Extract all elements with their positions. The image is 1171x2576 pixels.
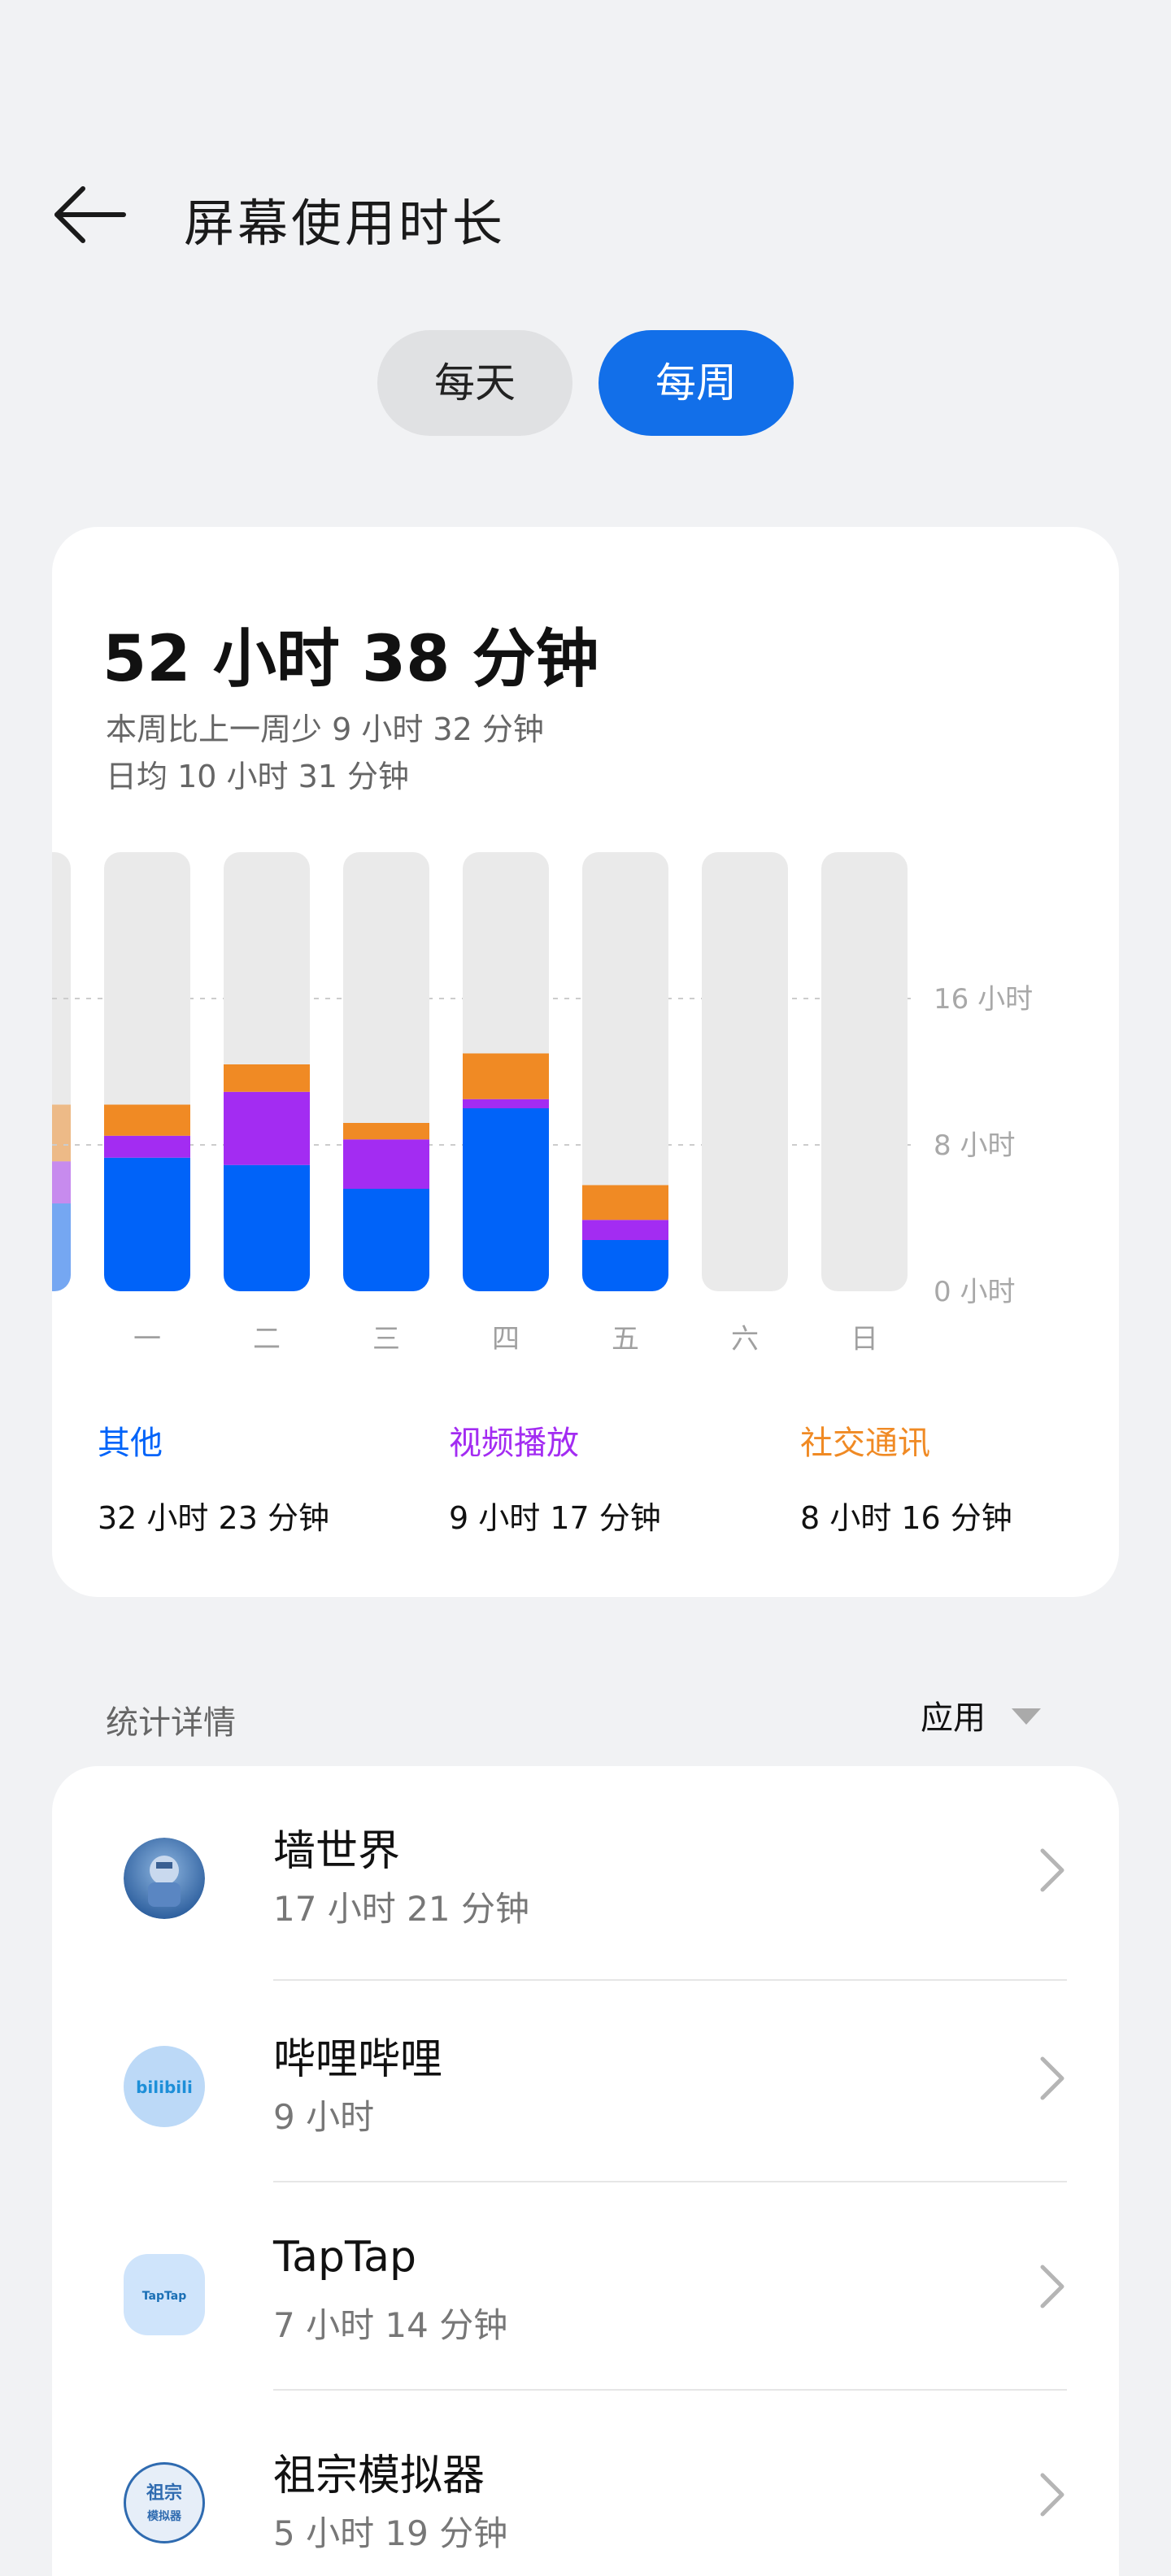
x-tick-label: 二 [253,1323,281,1355]
y-tick-label: 0 小时 [934,1276,1015,1308]
sort-by-label: 应用 [921,1699,986,1737]
app-row-wall-world[interactable]: 墙世界 17 小时 21 分钟 [52,1766,1119,1981]
bar-segment-other [343,1189,429,1291]
bar-日 [821,852,908,1291]
bar-segment-video [52,1161,71,1203]
legend-social: 社交通讯 8 小时 16 分钟 [800,1416,1012,1538]
screen-time-page: 屏幕使用时长 每天 每周 52 小时 38 分钟 本周比上一周少 9 小时 32… [0,0,1171,2576]
bar-五 [582,852,668,1291]
app-usage-time: 7 小时 14 分钟 [273,2305,508,2345]
legend-social-value: 8 小时 16 分钟 [800,1500,1012,1536]
svg-text:TapTap: TapTap [142,2290,186,2303]
stats-section-title: 统计详情 [106,1704,236,1742]
chevron-right-icon [1040,2265,1064,2308]
x-tick-label: 日 [851,1323,878,1355]
bar-六 [702,852,788,1291]
bar-四 [463,852,549,1291]
app-usage-time: 5 小时 19 分钟 [273,2513,508,2553]
app-name: 哔哩哔哩 [273,2035,443,2084]
tab-weekly[interactable]: 每周 [599,330,794,436]
x-tick-label: 五 [612,1323,639,1355]
bar-segment-other [52,1203,71,1291]
bar-segment-social [52,1104,71,1162]
app-usage-time: 17 小时 21 分钟 [273,1889,529,1929]
ancestor-simulator-icon: 祖宗 模拟器 [124,2462,205,2543]
bar-segment-other [582,1240,668,1291]
chevron-right-icon [1040,1848,1064,1892]
legend-other-label: 其他 [98,1425,163,1462]
legend-social-label: 社交通讯 [800,1425,930,1462]
bar-segment-video [343,1139,429,1189]
bar-track [702,852,788,1291]
legend-video-value: 9 小时 17 分钟 [449,1500,661,1536]
bar-segment-video [224,1091,310,1165]
app-name: 祖宗模拟器 [273,2452,485,2500]
bar-一 [104,852,190,1291]
bar-segment-other [104,1157,190,1291]
bar-segment-social [343,1123,429,1140]
bar-segment-social [104,1104,190,1136]
bar-segment-other [463,1108,549,1291]
x-tick-label: 一 [133,1323,161,1355]
svg-text:祖宗: 祖宗 [146,2482,182,2504]
app-name: 墙世界 [273,1827,401,1876]
page-title: 屏幕使用时长 [184,194,507,253]
back-button[interactable] [50,181,132,246]
bar-segment-social [582,1185,668,1221]
app-row-taptap[interactable]: TapTap TapTap 7 小时 14 分钟 [52,2182,1119,2391]
x-tick-label: 三 [372,1323,400,1355]
sort-by-dropdown[interactable]: 应用 [921,1691,1041,1738]
bar-segment-social [224,1064,310,1092]
bar-segment-video [582,1220,668,1240]
app-usage-time: 9 小时 [273,2097,375,2137]
x-tick-label: 四 [492,1323,520,1355]
y-tick-label: 16 小时 [934,983,1033,1016]
chevron-right-icon [1040,2056,1064,2100]
legend-other: 其他 32 小时 23 分钟 [98,1416,329,1538]
app-header: 屏幕使用时长 [0,163,1171,260]
app-row-ancestor-simulator[interactable]: 祖宗 模拟器 祖宗模拟器 5 小时 19 分钟 [52,2391,1119,2576]
prev-week-bar [52,852,71,1291]
tab-daily[interactable]: 每天 [377,330,572,436]
wall-world-icon [124,1838,205,1919]
bar-segment-video [463,1099,549,1108]
svg-text:bilibili: bilibili [136,2078,193,2097]
app-row-bilibili[interactable]: bilibili 哔哩哔哩 9 小时 [52,1974,1119,2182]
y-tick-label: 8 小时 [934,1129,1015,1162]
taptap-icon: TapTap [124,2254,205,2335]
chevron-right-icon [1040,2473,1064,2517]
caret-down-icon [1012,1708,1041,1725]
legend-video: 视频播放 9 小时 17 分钟 [449,1416,661,1538]
svg-text:模拟器: 模拟器 [147,2509,182,2523]
legend-video-label: 视频播放 [449,1425,579,1462]
bar-track [821,852,908,1291]
app-usage-list: 墙世界 17 小时 21 分钟 bilibili 哔哩哔哩 9 小时 TapTa… [52,1766,1119,2576]
bar-segment-video [104,1135,190,1158]
app-name: TapTap [273,2233,417,2282]
bar-三 [343,852,429,1291]
x-tick-label: 六 [731,1323,759,1355]
arrow-left-icon [54,186,126,243]
bar-二 [224,852,310,1291]
bilibili-icon: bilibili [124,2046,205,2127]
bar-segment-social [463,1053,549,1099]
legend-other-value: 32 小时 23 分钟 [98,1500,329,1536]
usage-summary-card: 52 小时 38 分钟 本周比上一周少 9 小时 32 分钟 日均 10 小时 … [52,527,1119,1597]
bar-segment-other [224,1164,310,1291]
